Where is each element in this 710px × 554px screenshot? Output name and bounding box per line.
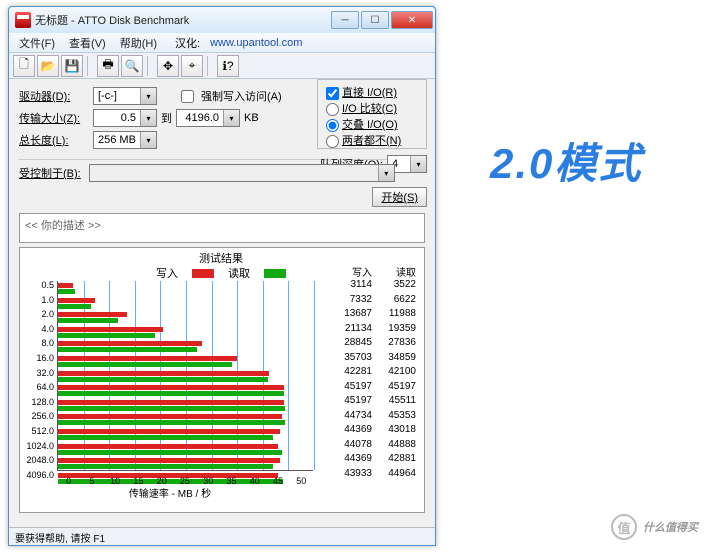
- print-button[interactable]: 🖶: [97, 55, 119, 77]
- direct-io-checkbox[interactable]: [326, 87, 339, 100]
- len-label: 总长度(L):: [19, 132, 89, 148]
- chart: 0.51.02.04.08.016.032.064.0128.0256.0512…: [22, 278, 318, 488]
- status-bar: 要获得帮助, 请按 F1: [9, 527, 435, 545]
- maximize-button[interactable]: ☐: [361, 11, 389, 29]
- io-compare-radio[interactable]: [326, 103, 339, 116]
- about-button[interactable]: ℹ?: [217, 55, 239, 77]
- results-panel: 测试结果 写入 读取 0.51.02.04.08.016.032.064.012…: [19, 247, 425, 513]
- preview-button[interactable]: 🔍: [121, 55, 143, 77]
- titlebar[interactable]: 无标题 - ATTO Disk Benchmark ─ ☐ ✕: [9, 7, 435, 33]
- data-table: 写入读取 31143522733266221368711988211341935…: [332, 264, 420, 482]
- localize-label: 汉化:: [175, 35, 200, 51]
- watermark: 值 什么值得买: [611, 514, 698, 540]
- open-button[interactable]: 📂: [37, 55, 59, 77]
- io-groupbox: 直接 I/O(R) I/O 比较(C) 交叠 I/O(O) 两者都不(N): [317, 79, 427, 149]
- menu-view[interactable]: 查看(V): [63, 33, 112, 53]
- watermark-text: 什么值得买: [643, 519, 698, 535]
- io-overlap-radio[interactable]: [326, 119, 339, 132]
- xfer-min-combo[interactable]: 0.5▾: [93, 109, 157, 127]
- to-label: 到: [161, 110, 172, 126]
- app-window: 无标题 - ATTO Disk Benchmark ─ ☐ ✕ 文件(F) 查看…: [8, 6, 436, 546]
- drive-combo[interactable]: [-c-]▾: [93, 87, 157, 105]
- config-pane: 驱动器(D): [-c-]▾ 强制写入访问(A) 传输大小(Z): 0.5▾ 到…: [9, 79, 435, 209]
- controlled-label: 受控制于(B):: [19, 165, 81, 181]
- watermark-icon: 值: [611, 514, 637, 540]
- localize-link[interactable]: www.upantool.com: [210, 37, 302, 49]
- xfer-max-combo[interactable]: 4196.0▾: [176, 109, 240, 127]
- x-axis-title: 传输速率 - MB / 秒: [22, 485, 318, 500]
- save-button[interactable]: 💾: [61, 55, 83, 77]
- close-button[interactable]: ✕: [391, 11, 433, 29]
- force-write-label: 强制写入访问(A): [201, 88, 282, 104]
- menu-help[interactable]: 帮助(H): [114, 33, 163, 53]
- force-write-checkbox[interactable]: [181, 90, 194, 103]
- menu-file[interactable]: 文件(F): [13, 33, 61, 53]
- move-button[interactable]: ✥: [157, 55, 179, 77]
- toolbar: 🗋 📂 💾 🖶 🔍 ✥ ⌖ ℹ?: [9, 53, 435, 79]
- app-icon: [15, 12, 31, 28]
- xfer-label: 传输大小(Z):: [19, 110, 89, 126]
- new-button[interactable]: 🗋: [13, 55, 35, 77]
- menubar: 文件(F) 查看(V) 帮助(H) 汉化: www.upantool.com: [9, 33, 435, 53]
- io-neither-radio[interactable]: [326, 135, 339, 148]
- start-button[interactable]: 开始(S): [372, 187, 427, 207]
- minimize-button[interactable]: ─: [331, 11, 359, 29]
- mode-label: 2.0模式: [490, 130, 642, 191]
- locate-button[interactable]: ⌖: [181, 55, 203, 77]
- description-field[interactable]: << 你的描述 >>: [19, 213, 425, 243]
- write-swatch: [192, 269, 214, 278]
- kb-label: KB: [244, 112, 259, 124]
- read-swatch: [264, 269, 286, 278]
- drive-label: 驱动器(D):: [19, 88, 89, 104]
- controlled-combo[interactable]: ▾: [89, 164, 395, 182]
- window-title: 无标题 - ATTO Disk Benchmark: [35, 12, 325, 28]
- len-combo[interactable]: 256 MB▾: [93, 131, 157, 149]
